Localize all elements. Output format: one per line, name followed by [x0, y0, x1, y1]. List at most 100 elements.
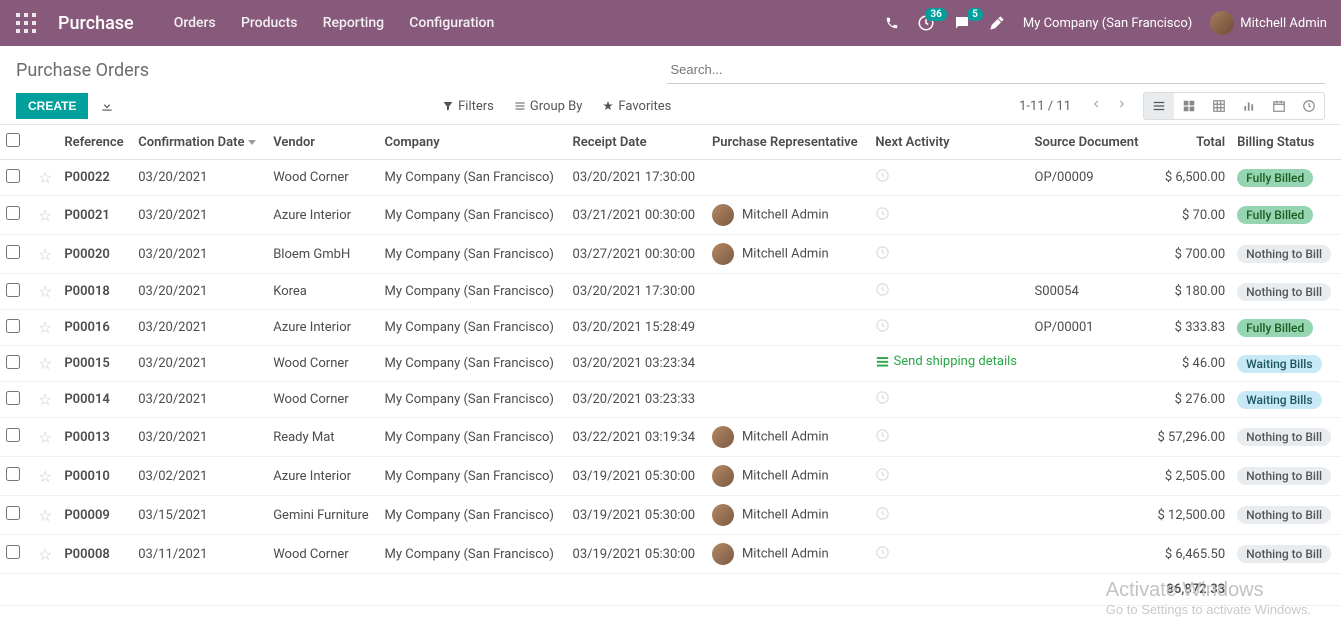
filters-label: Filters: [458, 99, 494, 114]
star-icon[interactable]: ☆: [38, 168, 52, 187]
nav-reporting[interactable]: Reporting: [323, 15, 384, 31]
activity-clock-icon[interactable]: [875, 468, 890, 486]
cell-receipt-date: 03/20/2021 03:23:34: [567, 346, 706, 382]
groupby-button[interactable]: Group By: [514, 99, 583, 114]
col-billing-status[interactable]: Billing Status: [1231, 125, 1341, 160]
table-row[interactable]: ☆ P00020 03/20/2021 Bloem GmbH My Compan…: [0, 235, 1341, 274]
table-row[interactable]: ☆ P00015 03/20/2021 Wood Corner My Compa…: [0, 346, 1341, 382]
col-source-doc[interactable]: Source Document: [1029, 125, 1149, 160]
row-checkbox[interactable]: [6, 428, 20, 442]
nav-configuration[interactable]: Configuration: [409, 15, 494, 31]
cell-purchase-rep: Mitchell Admin: [706, 457, 869, 496]
star-icon[interactable]: ☆: [38, 206, 52, 225]
row-checkbox[interactable]: [6, 206, 20, 220]
rep-avatar-icon: [712, 426, 734, 448]
activity-clock-icon[interactable]: [875, 507, 890, 525]
star-icon[interactable]: ☆: [38, 428, 52, 447]
col-total[interactable]: Total: [1149, 125, 1232, 160]
table-row[interactable]: ☆ P00018 03/20/2021 Korea My Company (Sa…: [0, 274, 1341, 310]
cell-vendor: Wood Corner: [267, 160, 378, 196]
table-row[interactable]: ☆ P00022 03/20/2021 Wood Corner My Compa…: [0, 160, 1341, 196]
col-vendor[interactable]: Vendor: [267, 125, 378, 160]
activity-clock-icon[interactable]: [875, 283, 890, 301]
cell-reference: P00018: [58, 274, 132, 310]
cell-vendor: Azure Interior: [267, 196, 378, 235]
download-button[interactable]: [100, 99, 114, 113]
view-pivot[interactable]: [1204, 93, 1234, 119]
cell-vendor: Korea: [267, 274, 378, 310]
activity-clock-icon[interactable]: [875, 246, 890, 264]
cell-billing-status: Nothing to Bill: [1231, 535, 1341, 574]
create-button[interactable]: CREATE: [16, 93, 88, 119]
cell-confirmation-date: 03/20/2021: [132, 346, 267, 382]
cell-receipt-date: 03/27/2021 00:30:00: [567, 235, 706, 274]
row-checkbox[interactable]: [6, 545, 20, 559]
filters-button[interactable]: Filters: [442, 99, 494, 114]
star-icon[interactable]: ☆: [38, 282, 52, 301]
view-graph[interactable]: [1234, 93, 1264, 119]
row-checkbox[interactable]: [6, 506, 20, 520]
select-all-checkbox[interactable]: [6, 133, 20, 147]
star-icon[interactable]: ☆: [38, 245, 52, 264]
col-receipt-date[interactable]: Receipt Date: [567, 125, 706, 160]
apps-icon[interactable]: [14, 11, 38, 35]
star-icon[interactable]: ☆: [38, 318, 52, 337]
col-company[interactable]: Company: [379, 125, 567, 160]
tools-icon[interactable]: [989, 15, 1005, 31]
nav-orders[interactable]: Orders: [174, 15, 216, 31]
cell-purchase-rep: Mitchell Admin: [706, 496, 869, 535]
table-row[interactable]: ☆ P00021 03/20/2021 Azure Interior My Co…: [0, 196, 1341, 235]
activity-clock-icon[interactable]: [875, 319, 890, 337]
activity-clock-icon[interactable]: [875, 169, 890, 187]
app-brand[interactable]: Purchase: [58, 13, 134, 34]
star-icon[interactable]: ☆: [38, 390, 52, 409]
row-checkbox[interactable]: [6, 391, 20, 405]
pager-next[interactable]: [1109, 94, 1135, 118]
table-row[interactable]: ☆ P00010 03/02/2021 Azure Interior My Co…: [0, 457, 1341, 496]
cell-confirmation-date: 03/20/2021: [132, 160, 267, 196]
row-checkbox[interactable]: [6, 319, 20, 333]
table-row[interactable]: ☆ P00014 03/20/2021 Wood Corner My Compa…: [0, 382, 1341, 418]
star-icon[interactable]: ☆: [38, 354, 52, 373]
table-row[interactable]: ☆ P00008 03/11/2021 Wood Corner My Compa…: [0, 535, 1341, 574]
view-activity[interactable]: [1294, 93, 1324, 119]
activity-clock-icon[interactable]: [875, 429, 890, 447]
billing-badge: Waiting Bills: [1237, 391, 1321, 409]
star-icon[interactable]: ☆: [38, 545, 52, 564]
row-checkbox[interactable]: [6, 245, 20, 259]
discuss-icon[interactable]: 5: [953, 14, 971, 32]
favorites-button[interactable]: Favorites: [602, 99, 671, 114]
table-row[interactable]: ☆ P00016 03/20/2021 Azure Interior My Co…: [0, 310, 1341, 346]
col-purchase-rep[interactable]: Purchase Representative: [706, 125, 869, 160]
view-kanban[interactable]: [1174, 93, 1204, 119]
cell-confirmation-date: 03/11/2021: [132, 535, 267, 574]
activities-icon[interactable]: 36: [917, 14, 935, 32]
pager-prev[interactable]: [1083, 94, 1109, 118]
nav-products[interactable]: Products: [241, 15, 298, 31]
cell-reference: P00020: [58, 235, 132, 274]
activity-clock-icon[interactable]: [875, 546, 890, 564]
col-next-activity[interactable]: Next Activity: [869, 125, 1028, 160]
user-menu[interactable]: Mitchell Admin: [1210, 11, 1327, 35]
star-icon[interactable]: ☆: [38, 467, 52, 486]
activity-clock-icon[interactable]: [875, 207, 890, 225]
col-reference[interactable]: Reference: [58, 125, 132, 160]
activity-task-icon[interactable]: Send shipping details: [875, 354, 1017, 369]
row-checkbox[interactable]: [6, 169, 20, 183]
phone-icon[interactable]: [885, 16, 899, 30]
row-checkbox[interactable]: [6, 355, 20, 369]
activity-clock-icon[interactable]: [875, 391, 890, 409]
table-row[interactable]: ☆ P00009 03/15/2021 Gemini Furniture My …: [0, 496, 1341, 535]
company-switcher[interactable]: My Company (San Francisco): [1023, 16, 1192, 31]
cell-billing-status: Waiting Bills: [1231, 382, 1341, 418]
pager[interactable]: 1-11 / 11: [1019, 99, 1071, 114]
table-row[interactable]: ☆ P00013 03/20/2021 Ready Mat My Company…: [0, 418, 1341, 457]
view-calendar[interactable]: [1264, 93, 1294, 119]
row-checkbox[interactable]: [6, 467, 20, 481]
row-checkbox[interactable]: [6, 283, 20, 297]
star-icon[interactable]: ☆: [38, 506, 52, 525]
search-input[interactable]: [667, 56, 1326, 84]
col-confirmation-date[interactable]: Confirmation Date: [132, 125, 267, 160]
cell-purchase-rep: [706, 160, 869, 196]
view-list[interactable]: [1144, 93, 1174, 119]
